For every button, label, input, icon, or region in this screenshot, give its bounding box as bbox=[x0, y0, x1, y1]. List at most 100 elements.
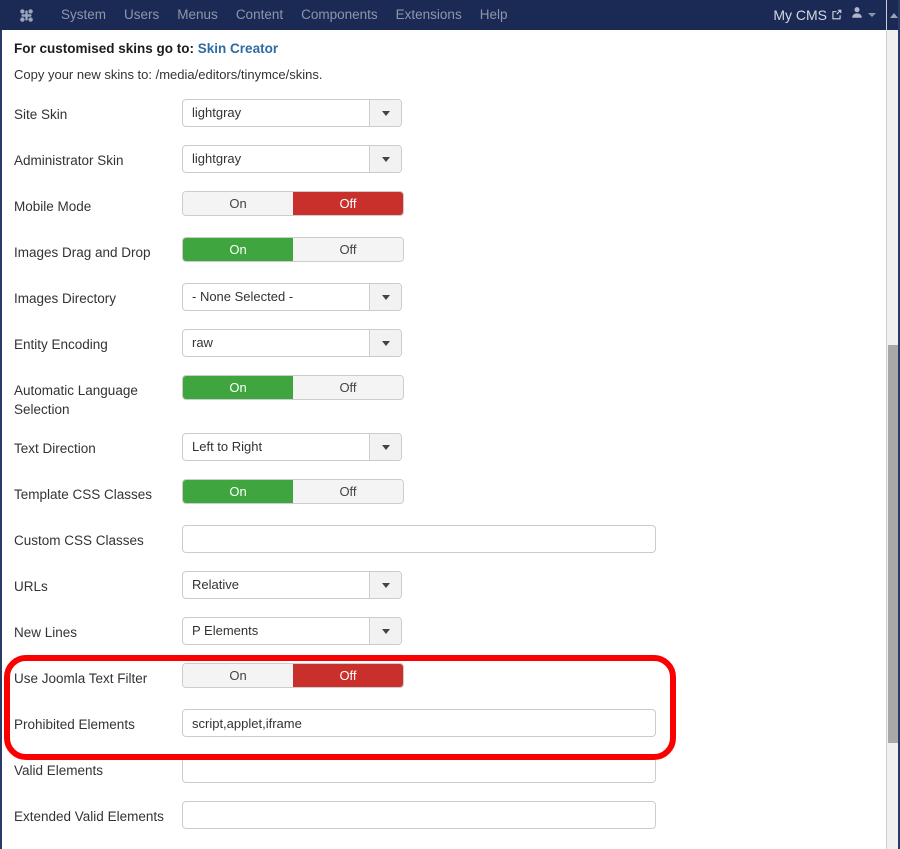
field-row-text-direction: Text Direction Left to Right bbox=[2, 433, 886, 479]
select-value: Left to Right bbox=[192, 439, 263, 454]
field-control bbox=[182, 709, 656, 737]
chevron-down-icon[interactable] bbox=[369, 572, 401, 598]
field-row-template-css-classes: Template CSS Classes On Off bbox=[2, 479, 886, 525]
chevron-down-icon[interactable] bbox=[369, 100, 401, 126]
field-row-images-directory: Images Directory - None Selected - bbox=[2, 283, 886, 329]
custom-css-classes-input[interactable] bbox=[182, 525, 656, 553]
field-label: Images Directory bbox=[14, 291, 117, 306]
images-drag-and-drop-toggle[interactable]: On Off bbox=[182, 237, 404, 262]
intro-subtext: Copy your new skins to: /media/editors/t… bbox=[14, 67, 323, 82]
field-label: Extended Valid Elements bbox=[14, 809, 164, 824]
select-value: lightgray bbox=[192, 105, 242, 120]
toggle-off-option[interactable]: Off bbox=[293, 192, 403, 215]
field-row-site-skin: Site Skin lightgray bbox=[2, 99, 886, 145]
valid-elements-input[interactable] bbox=[182, 755, 656, 783]
site-name-link[interactable]: My CMS bbox=[773, 7, 842, 23]
field-control: lightgray bbox=[182, 145, 402, 173]
automatic-language-selection-toggle[interactable]: On Off bbox=[182, 375, 404, 400]
field-row-administrator-skin: Administrator Skin lightgray bbox=[2, 145, 886, 191]
field-control: On Off bbox=[182, 375, 404, 400]
select-value: - None Selected - bbox=[192, 289, 294, 304]
nav-item-content[interactable]: Content bbox=[227, 0, 292, 30]
toggle-on-option[interactable]: On bbox=[183, 480, 293, 503]
field-label: New Lines bbox=[14, 625, 78, 640]
new-lines-select[interactable]: P Elements bbox=[182, 617, 402, 645]
nav-item-help[interactable]: Help bbox=[471, 0, 517, 30]
settings-form: Site Skin lightgray Administrator Skin l… bbox=[2, 99, 886, 847]
field-label: Site Skin bbox=[14, 107, 68, 122]
field-row-urls: URLs Relative bbox=[2, 571, 886, 617]
field-control: Left to Right bbox=[182, 433, 402, 461]
field-control: lightgray bbox=[182, 99, 402, 127]
field-label: URLs bbox=[14, 579, 48, 594]
nav-item-system[interactable]: System bbox=[52, 0, 115, 30]
field-row-new-lines: New Lines P Elements bbox=[2, 617, 886, 663]
nav-item-components[interactable]: Components bbox=[292, 0, 387, 30]
chevron-up-icon bbox=[890, 12, 898, 18]
field-control bbox=[182, 801, 656, 829]
field-row-images-drag-and-drop: Images Drag and Drop On Off bbox=[2, 237, 886, 283]
nav-right-group: My CMS bbox=[773, 6, 886, 24]
toggle-off-option[interactable]: Off bbox=[293, 480, 403, 503]
field-row-extended-valid-elements: Extended Valid Elements bbox=[2, 801, 886, 847]
field-label: Entity Encoding bbox=[14, 337, 108, 352]
field-row-use-joomla-text-filter: Use Joomla Text Filter On Off bbox=[2, 663, 886, 709]
field-row-mobile-mode: Mobile Mode On Off bbox=[2, 191, 886, 237]
urls-select[interactable]: Relative bbox=[182, 571, 402, 599]
entity-encoding-select[interactable]: raw bbox=[182, 329, 402, 357]
administrator-skin-select[interactable]: lightgray bbox=[182, 145, 402, 173]
toggle-off-option[interactable]: Off bbox=[293, 376, 403, 399]
user-icon bbox=[851, 6, 863, 24]
select-value: lightgray bbox=[192, 151, 242, 166]
skin-creator-link[interactable]: Skin Creator bbox=[198, 41, 278, 56]
field-control: P Elements bbox=[182, 617, 402, 645]
toggle-off-option[interactable]: Off bbox=[293, 664, 403, 687]
intro-block: For customised skins go to: Skin Creator… bbox=[2, 30, 886, 82]
select-value: raw bbox=[192, 335, 213, 350]
toggle-on-option[interactable]: On bbox=[183, 238, 293, 261]
field-control bbox=[182, 755, 656, 783]
prohibited-elements-input[interactable] bbox=[182, 709, 656, 737]
field-control: On Off bbox=[182, 191, 404, 216]
intro-heading: For customised skins go to: Skin Creator bbox=[14, 41, 886, 56]
field-control: - None Selected - bbox=[182, 283, 402, 311]
site-name-label: My CMS bbox=[773, 7, 827, 23]
joomla-logo-icon[interactable] bbox=[0, 7, 52, 24]
site-skin-select[interactable]: lightgray bbox=[182, 99, 402, 127]
field-label: Mobile Mode bbox=[14, 199, 92, 214]
external-link-icon bbox=[831, 7, 842, 23]
field-label: Template CSS Classes bbox=[14, 487, 153, 502]
toggle-on-option[interactable]: On bbox=[183, 376, 293, 399]
field-label: Text Direction bbox=[14, 441, 96, 456]
settings-panel: For customised skins go to: Skin Creator… bbox=[0, 30, 886, 849]
use-joomla-text-filter-toggle[interactable]: On Off bbox=[182, 663, 404, 688]
user-menu-button[interactable] bbox=[851, 6, 876, 24]
app-window: System Users Menus Content Components Ex… bbox=[0, 0, 900, 849]
toggle-off-option[interactable]: Off bbox=[293, 238, 403, 261]
mobile-mode-toggle[interactable]: On Off bbox=[182, 191, 404, 216]
chevron-down-icon[interactable] bbox=[369, 330, 401, 356]
field-label: Prohibited Elements bbox=[14, 717, 135, 732]
field-label: Use Joomla Text Filter bbox=[14, 671, 148, 686]
nav-item-menus[interactable]: Menus bbox=[168, 0, 227, 30]
field-label: Valid Elements bbox=[14, 763, 104, 778]
toggle-on-option[interactable]: On bbox=[183, 192, 293, 215]
template-css-classes-toggle[interactable]: On Off bbox=[182, 479, 404, 504]
chevron-down-icon[interactable] bbox=[369, 618, 401, 644]
field-control bbox=[182, 525, 656, 553]
field-control: raw bbox=[182, 329, 402, 357]
chevron-down-icon[interactable] bbox=[369, 146, 401, 172]
nav-item-users[interactable]: Users bbox=[115, 0, 168, 30]
field-label: Administrator Skin bbox=[14, 153, 124, 168]
chevron-down-icon[interactable] bbox=[369, 434, 401, 460]
chevron-down-icon[interactable] bbox=[369, 284, 401, 310]
images-directory-select[interactable]: - None Selected - bbox=[182, 283, 402, 311]
extended-valid-elements-input[interactable] bbox=[182, 801, 656, 829]
field-label: Custom CSS Classes bbox=[14, 533, 144, 548]
nav-item-extensions[interactable]: Extensions bbox=[387, 0, 471, 30]
toggle-on-option[interactable]: On bbox=[183, 664, 293, 687]
text-direction-select[interactable]: Left to Right bbox=[182, 433, 402, 461]
field-row-prohibited-elements: Prohibited Elements bbox=[2, 709, 886, 755]
field-row-valid-elements: Valid Elements bbox=[2, 755, 886, 801]
field-control: Relative bbox=[182, 571, 402, 599]
